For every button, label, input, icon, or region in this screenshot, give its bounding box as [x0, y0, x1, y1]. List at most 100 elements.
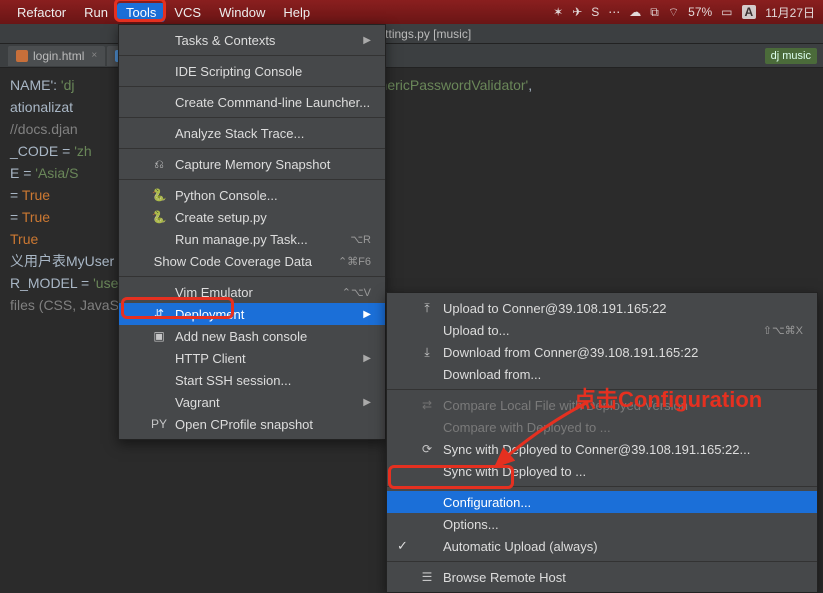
menu-item-icon: ⟳ — [419, 441, 435, 457]
menu-item-label: HTTP Client — [175, 351, 355, 366]
tools-menu-item[interactable]: 🐍Python Console... — [119, 184, 385, 206]
deploy-menu-item[interactable]: Sync with Deployed to ... — [387, 460, 817, 482]
menu-item-icon: ⇄ — [419, 397, 435, 413]
menu-item-label: Start SSH session... — [175, 373, 371, 388]
menu-item-icon — [419, 322, 435, 338]
deploy-menu-item[interactable]: ⤒ Upload to Conner@39.108.191.165:22 — [387, 297, 817, 319]
deploy-menu-item[interactable]: ✓ Automatic Upload (always) — [387, 535, 817, 557]
menu-item-icon: 🐍 — [151, 209, 167, 225]
menu-item-label: Download from... — [443, 367, 803, 382]
tools-menu-item[interactable]: Show Code Coverage Data⌃⌘F6 — [119, 250, 385, 272]
s-icon[interactable]: S — [591, 5, 599, 19]
deploy-menu-item[interactable]: ⟳ Sync with Deployed to Conner@39.108.191… — [387, 438, 817, 460]
tools-menu-item[interactable]: Start SSH session... — [119, 369, 385, 391]
menu-item-icon — [419, 366, 435, 382]
menu-item-icon — [151, 394, 167, 410]
menu-window[interactable]: Window — [210, 3, 274, 22]
close-icon[interactable]: × — [91, 50, 97, 61]
wifi-icon[interactable]: ⌔ — [668, 5, 679, 20]
menu-item-icon: ▣ — [151, 328, 167, 344]
tools-menu-item[interactable]: ▣ Add new Bash console — [119, 325, 385, 347]
editor-tab[interactable]: login.html × — [8, 46, 105, 66]
tools-menu-item[interactable]: Create Command-line Launcher... — [119, 91, 385, 113]
shortcut-text: ⌃⌥V — [342, 286, 371, 299]
menu-item-label: Add new Bash console — [175, 329, 371, 344]
deployment-submenu: ⤒ Upload to Conner@39.108.191.165:22 Uploa… — [386, 292, 818, 593]
menu-item-icon — [419, 538, 435, 554]
deploy-menu-item[interactable]: ⤓ Download from Conner@39.108.191.165:22 — [387, 341, 817, 363]
file-icon — [16, 50, 28, 62]
menu-item-icon — [151, 231, 167, 247]
tools-menu-item[interactable]: IDE Scripting Console — [119, 60, 385, 82]
menu-item-label: Upload to Conner@39.108.191.165:22 — [443, 301, 803, 316]
menu-run[interactable]: Run — [75, 3, 117, 22]
menu-item-icon — [419, 494, 435, 510]
tools-menu-item[interactable]: Vagrant▶ — [119, 391, 385, 413]
menu-item-icon: ⇵ — [151, 306, 167, 322]
menu-vcs[interactable]: VCS — [165, 3, 210, 22]
menu-item-icon — [151, 125, 167, 141]
tools-menu-item[interactable]: ⎌Capture Memory Snapshot — [119, 153, 385, 175]
menu-item-icon — [151, 350, 167, 366]
submenu-arrow-icon: ▶ — [363, 309, 371, 320]
deploy-menu-item[interactable]: Options... — [387, 513, 817, 535]
shortcut-text: ⇧⌥⌘X — [763, 324, 803, 337]
tools-menu-item[interactable]: HTTP Client ▶ — [119, 347, 385, 369]
menu-item-icon — [419, 419, 435, 435]
menu-item-label: Options... — [443, 517, 803, 532]
wechat-icon[interactable]: ✶ — [553, 5, 563, 19]
battery-text: 57% — [688, 5, 712, 19]
menu-help[interactable]: Help — [274, 3, 319, 22]
check-icon: ✓ — [397, 538, 411, 554]
menu-item-label: Upload to... — [443, 323, 737, 338]
input-icon[interactable]: A — [742, 5, 757, 19]
menu-item-label: Capture Memory Snapshot — [175, 157, 371, 172]
deploy-menu-item: Compare with Deployed to ... — [387, 416, 817, 438]
menu-item-label: Analyze Stack Trace... — [175, 126, 371, 141]
status-tray: ✶ ✈ S ⋯ ☁ ⧉ ⌔ 57% ▭ A 11月27日 — [553, 4, 815, 21]
menu-item-label: Download from Conner@39.108.191.165:22 — [443, 345, 803, 360]
deploy-menu-item[interactable]: ☰ Browse Remote Host — [387, 566, 817, 588]
battery-icon[interactable]: ▭ — [721, 5, 732, 19]
project-label[interactable]: dj music — [765, 48, 817, 64]
menu-tools[interactable]: Tools — [117, 3, 165, 22]
shortcut-text: ⌥R — [350, 233, 371, 246]
deploy-menu-item[interactable]: Download from... — [387, 363, 817, 385]
menubar: Refactor Run Tools VCS Window Help ✶ ✈ S… — [0, 0, 823, 24]
menu-item-icon — [151, 94, 167, 110]
submenu-arrow-icon: ▶ — [363, 397, 371, 408]
menu-item-icon — [419, 463, 435, 479]
tools-menu-item[interactable]: Tasks & Contexts▶ — [119, 29, 385, 51]
menu-item-icon — [419, 516, 435, 532]
deploy-menu-item: ⇄Compare Local File with Deployed Versio… — [387, 394, 817, 416]
menu-item-icon — [151, 63, 167, 79]
tools-menu-item[interactable]: Vim Emulator⌃⌥V — [119, 281, 385, 303]
menu-item-label: Browse Remote Host — [443, 570, 803, 585]
deploy-menu-item[interactable]: Upload to... ⇧⌥⌘X — [387, 319, 817, 341]
menu-item-label: Configuration... — [443, 495, 803, 510]
cloud-icon[interactable]: ☁ — [629, 5, 641, 19]
submenu-arrow-icon: ▶ — [363, 353, 371, 364]
deploy-menu-item[interactable]: Configuration... — [387, 491, 817, 513]
tab-label: login.html — [33, 49, 84, 63]
menu-item-label: Show Code Coverage Data — [154, 254, 312, 269]
tools-menu-item[interactable]: Analyze Stack Trace... — [119, 122, 385, 144]
menu-item-label: Automatic Upload (always) — [443, 539, 803, 554]
plane-icon[interactable]: ✈ — [572, 5, 582, 19]
tools-menu-item[interactable]: ⇵Deployment▶ — [119, 303, 385, 325]
tools-menu-item[interactable]: Run manage.py Task...⌥R — [119, 228, 385, 250]
menu-item-icon: ☰ — [419, 569, 435, 585]
submenu-arrow-icon: ▶ — [363, 35, 371, 46]
menu-item-label: Sync with Deployed to Conner@39.108.191.… — [443, 442, 803, 457]
menu-item-icon — [151, 372, 167, 388]
menu-item-icon: ⤓ — [419, 344, 435, 360]
menu-item-icon: ⤒ — [419, 300, 435, 316]
menu-refactor[interactable]: Refactor — [8, 3, 75, 22]
menu-item-icon — [141, 253, 146, 269]
screens-icon[interactable]: ⧉ — [650, 5, 659, 20]
tools-menu-item[interactable]: 🐍Create setup.py — [119, 206, 385, 228]
dots-icon[interactable]: ⋯ — [608, 5, 620, 19]
menu-item-icon: PY — [151, 416, 167, 432]
tools-menu-item[interactable]: PYOpen CProfile snapshot — [119, 413, 385, 435]
menu-item-icon: 🐍 — [151, 187, 167, 203]
